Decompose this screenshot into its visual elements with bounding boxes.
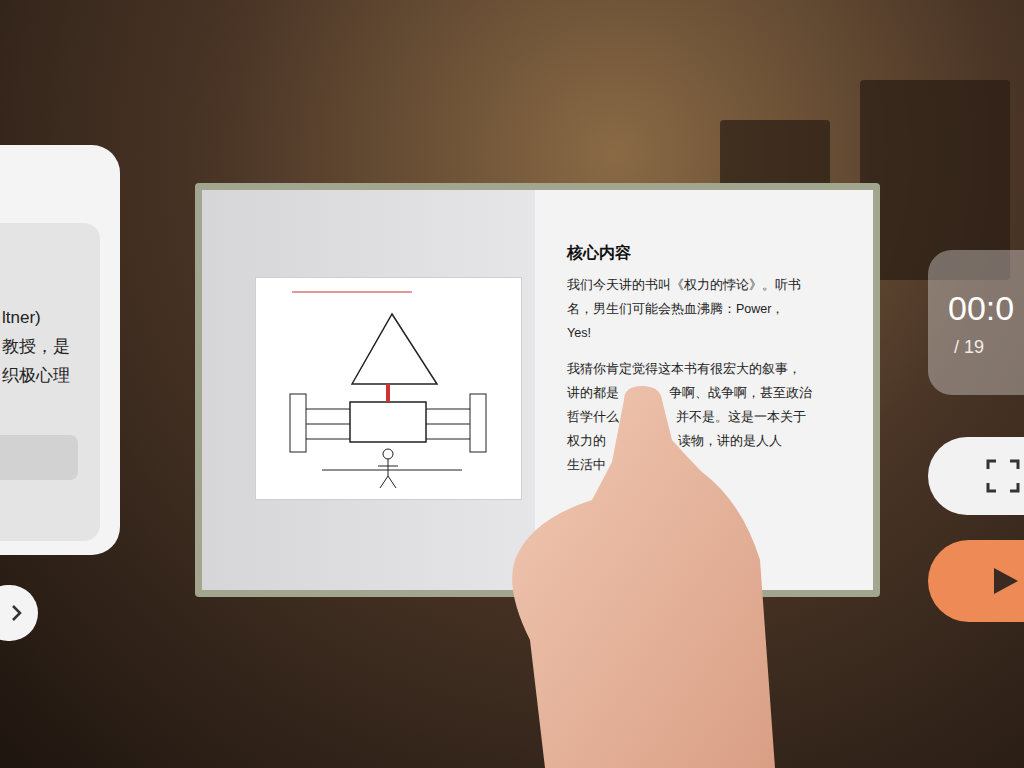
info-card: ltner)教授，是织极心理 [0,223,100,541]
page-line: 哲学什么并不是。这是一本关于 [567,405,807,429]
next-button[interactable] [0,585,38,641]
info-line: ltner) [0,303,100,332]
info-line: 织极心理 [0,361,100,390]
chevron-right-icon [10,604,24,622]
duration: / 19 [948,334,1024,360]
left-page [202,190,535,590]
page-line: 权力的读物，讲的是人人 [567,429,807,453]
diagram-picture [255,277,522,500]
page-paragraph: 我们今天讲的书叫《权力的悖论》。听书名，男生们可能会热血沸腾：Power，Yes… [567,273,807,345]
fullscreen-icon [986,459,1020,493]
info-line: 教授，是 [0,332,100,361]
hand [0,0,1024,768]
page-line: 我猜你肯定觉得这本书有很宏大的叙事， [567,357,807,381]
fullscreen-button[interactable] [928,437,1024,515]
info-bar [0,435,78,480]
info-panel: ltner)教授，是织极心理 [0,145,120,555]
play-button[interactable] [928,540,1024,622]
page-line: 讲的都是争啊、战争啊，甚至政治 [567,381,807,405]
time-panel: 00:0 / 19 [928,250,1024,395]
current-time: 00:0 [948,288,1024,328]
page-heading: 核心内容 [567,241,873,265]
diagram-drawing-icon [262,284,515,493]
play-icon [990,565,1020,597]
scene: ltner)教授，是织极心理 核心内容我们今天讲的书叫《权力的悖论》。听书名，男生… [0,0,1024,768]
